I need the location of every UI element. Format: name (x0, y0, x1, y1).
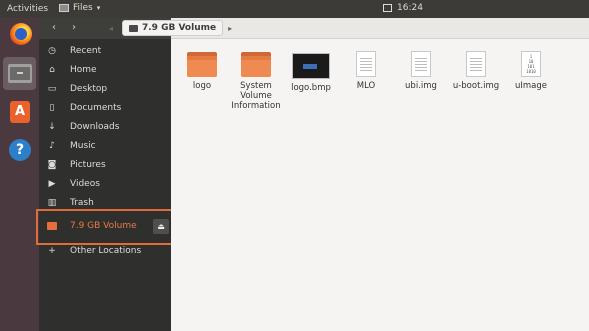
clock-icon: ◷ (48, 46, 56, 56)
drive-icon (129, 24, 138, 32)
help-icon: ? (9, 139, 31, 161)
file-item-logo[interactable]: logo (173, 49, 231, 91)
sidebar-item-label: Desktop (70, 84, 108, 94)
sidebar-item-home[interactable]: ⌂ Home (39, 61, 171, 80)
app-menu[interactable]: Files ▾ (59, 3, 100, 13)
file-item-ubi-img[interactable]: ubi.img (392, 49, 450, 91)
document-icon (411, 51, 431, 77)
camera-icon: ◙ (47, 160, 57, 170)
files-icon (8, 64, 32, 83)
binary-file-icon: 1 10 101 1010 (521, 51, 541, 77)
file-name: System Volume Information (231, 81, 281, 111)
home-icon: ⌂ (49, 65, 55, 75)
video-icon: ▶ (48, 179, 56, 189)
folder-icon (187, 52, 217, 77)
chevron-right-icon[interactable]: ▸ (228, 24, 232, 33)
breadcrumb: ◂ 7.9 GB Volume ▸ (105, 20, 232, 36)
sidebar: ‹ › ◷ Recent ⌂ Home ▭ Desktop ▯ Document… (39, 18, 171, 331)
chevron-left-icon[interactable]: ◂ (105, 24, 117, 33)
clock-time: 16:24 (397, 3, 423, 13)
highlight-box (36, 209, 186, 245)
document-icon (466, 51, 486, 77)
sidebar-item-desktop[interactable]: ▭ Desktop (39, 80, 171, 99)
music-icon: ♪ (49, 141, 55, 151)
file-item-uimage[interactable]: 1 10 101 1010 uImage (502, 49, 560, 91)
sidebar-item-downloads[interactable]: ↓ Downloads (39, 118, 171, 137)
sidebar-item-label: Home (70, 65, 97, 75)
file-name: logo (192, 81, 212, 91)
file-view: logo System Volume Information logo.bmp … (171, 39, 589, 331)
sidebar-item-music[interactable]: ♪ Music (39, 137, 171, 156)
sidebar-item-label: Documents (70, 103, 122, 113)
desktop-icon: ▭ (47, 84, 57, 94)
launcher-files[interactable] (3, 57, 36, 90)
trash-icon: ▥ (47, 198, 57, 208)
file-name: logo.bmp (291, 83, 331, 93)
activities-button[interactable]: Activities (7, 4, 48, 14)
clock[interactable]: 16:24 (383, 3, 423, 13)
sidebar-item-label: Pictures (70, 160, 106, 170)
sidebar-item-label: Trash (70, 198, 94, 208)
sidebar-item-label: Recent (70, 46, 102, 56)
file-name: MLO (356, 81, 376, 91)
image-thumbnail-icon (292, 53, 330, 79)
app-name: Files (73, 3, 93, 13)
files-app-icon (59, 4, 69, 12)
sidebar-item-recent[interactable]: ◷ Recent (39, 42, 171, 61)
forward-button[interactable]: › (67, 21, 81, 35)
document-icon (356, 51, 376, 77)
sidebar-item-label: Videos (70, 179, 100, 189)
file-name: uImage (514, 81, 547, 91)
sidebar-item-label: Music (70, 141, 96, 151)
launcher-software[interactable]: A (3, 96, 36, 129)
file-name: u-boot.img (452, 81, 500, 91)
file-item-system-volume-information[interactable]: System Volume Information (227, 49, 285, 111)
chevron-down-icon: ▾ (96, 4, 101, 12)
sidebar-item-documents[interactable]: ▯ Documents (39, 99, 171, 118)
file-item-mlo[interactable]: MLO (337, 49, 395, 91)
sidebar-item-label: Other Locations (70, 246, 142, 256)
launcher: A ? (0, 18, 39, 331)
folder-icon (241, 52, 271, 77)
plus-icon: + (48, 246, 56, 256)
download-icon: ↓ (48, 122, 56, 132)
document-icon: ▯ (49, 103, 55, 113)
sidebar-item-videos[interactable]: ▶ Videos (39, 175, 171, 194)
breadcrumb-volume[interactable]: 7.9 GB Volume (122, 20, 224, 36)
file-name: ubi.img (405, 81, 437, 91)
launcher-help[interactable]: ? (3, 134, 36, 167)
sidebar-item-label: Downloads (70, 122, 120, 132)
launcher-firefox[interactable] (3, 18, 36, 51)
sidebar-item-pictures[interactable]: ◙ Pictures (39, 156, 171, 175)
breadcrumb-label: 7.9 GB Volume (142, 23, 217, 33)
firefox-icon (10, 23, 32, 45)
path-bar: ◂ 7.9 GB Volume ▸ (109, 18, 589, 39)
file-item-logo-bmp[interactable]: logo.bmp (282, 49, 340, 93)
software-center-icon: A (10, 101, 30, 123)
file-item-u-boot-img[interactable]: u-boot.img (447, 49, 505, 91)
calendar-icon (383, 4, 392, 12)
top-bar: Activities Files ▾ 16:24 (0, 0, 589, 18)
back-button[interactable]: ‹ (47, 21, 61, 35)
